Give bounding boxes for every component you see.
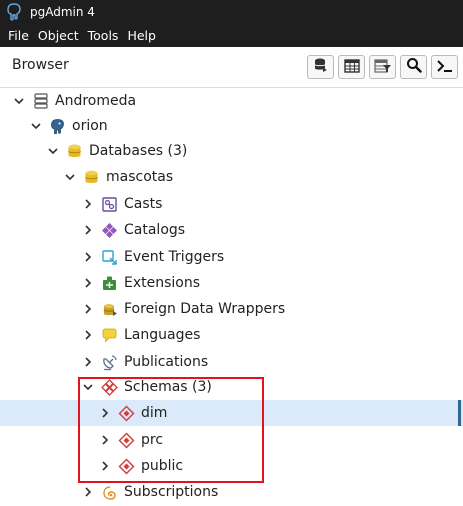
chevron-down-icon[interactable]: [30, 120, 42, 132]
catalog-icon: [101, 222, 118, 239]
chevron-down-icon[interactable]: [82, 381, 94, 393]
filtered-rows-button[interactable]: [369, 55, 396, 79]
tree-node-label: Subscriptions: [124, 484, 219, 500]
panel-title: Browser: [12, 57, 69, 73]
menu-bar: File Object Tools Help: [0, 24, 463, 47]
terminal-icon: [436, 58, 454, 77]
menu-object[interactable]: Object: [34, 28, 83, 43]
chevron-right-icon[interactable]: [82, 224, 94, 236]
language-icon: [101, 327, 118, 344]
tree-node-label: Event Triggers: [124, 249, 225, 265]
schemas-icon: [101, 378, 118, 396]
query-tool-button[interactable]: [307, 55, 334, 79]
fdw-icon: [101, 301, 118, 318]
tree-node-foreign-data-wrappers[interactable]: Foreign Data Wrappers: [0, 296, 463, 322]
tree-node-publications[interactable]: Publications: [0, 349, 463, 375]
tree-node-languages[interactable]: Languages: [0, 322, 463, 348]
chevron-down-icon[interactable]: [47, 145, 59, 157]
database-icon: [313, 57, 329, 77]
browser-tree: Andromeda orion Databases (3) mascotas C…: [0, 88, 463, 506]
search-icon: [406, 57, 422, 77]
chevron-down-icon[interactable]: [13, 95, 25, 107]
tree-node-label: Schemas (3): [124, 379, 212, 395]
tree-node-label: Publications: [124, 354, 209, 370]
tree-node-database[interactable]: mascotas: [0, 164, 463, 190]
menu-file[interactable]: File: [4, 28, 33, 43]
tree-node-label: Andromeda: [55, 93, 137, 109]
title-bar: pgAdmin 4: [0, 0, 463, 24]
extension-icon: [101, 275, 118, 292]
tree-node-casts[interactable]: Casts: [0, 191, 463, 217]
postgres-server-icon: [49, 118, 66, 135]
tree-node-event-triggers[interactable]: Event Triggers: [0, 244, 463, 270]
event-trigger-icon: [101, 249, 118, 266]
cast-icon: [101, 196, 118, 213]
chevron-right-icon[interactable]: [99, 434, 111, 446]
tree-node-schema-public[interactable]: public: [0, 453, 463, 479]
chevron-right-icon[interactable]: [82, 329, 94, 341]
tree-node-label: Extensions: [124, 275, 201, 291]
tree-node-databases[interactable]: Databases (3): [0, 138, 463, 164]
tree-node-server-group[interactable]: Andromeda: [0, 88, 463, 114]
chevron-right-icon[interactable]: [82, 356, 94, 368]
database-icon: [83, 169, 100, 186]
publication-icon: [101, 354, 118, 371]
filter-table-icon: [373, 58, 392, 77]
chevron-right-icon[interactable]: [99, 407, 111, 419]
schema-icon: [118, 458, 135, 475]
psql-tool-button[interactable]: [431, 55, 458, 79]
tree-node-label: orion: [72, 118, 108, 134]
tree-node-label: Databases (3): [89, 143, 188, 159]
server-group-icon: [32, 93, 49, 110]
schema-icon: [118, 405, 135, 422]
tree-node-subscriptions[interactable]: Subscriptions: [0, 479, 463, 505]
menu-help[interactable]: Help: [123, 28, 160, 43]
tree-node-label: Languages: [124, 327, 201, 343]
view-data-button[interactable]: [338, 55, 365, 79]
tree-node-label: Casts: [124, 196, 163, 212]
search-objects-button[interactable]: [400, 55, 427, 79]
tree-node-label: prc: [141, 432, 164, 448]
chevron-right-icon[interactable]: [82, 277, 94, 289]
subscription-icon: [101, 484, 118, 501]
menu-tools[interactable]: Tools: [84, 28, 123, 43]
window-title: pgAdmin 4: [30, 5, 95, 19]
tree-node-catalogs[interactable]: Catalogs: [0, 217, 463, 243]
tree-node-extensions[interactable]: Extensions: [0, 270, 463, 296]
table-icon: [343, 58, 360, 77]
chevron-down-icon[interactable]: [64, 171, 76, 183]
elephant-icon: [6, 3, 22, 21]
tree-node-schemas[interactable]: Schemas (3): [0, 374, 463, 400]
schema-icon: [118, 432, 135, 449]
chevron-right-icon[interactable]: [82, 251, 94, 263]
chevron-right-icon[interactable]: [82, 198, 94, 210]
chevron-right-icon[interactable]: [82, 486, 94, 498]
tree-node-label: public: [141, 458, 184, 474]
chevron-right-icon[interactable]: [82, 303, 94, 315]
tree-node-label: Foreign Data Wrappers: [124, 301, 286, 317]
tree-node-label: Catalogs: [124, 222, 186, 238]
tree-node-label: dim: [141, 405, 168, 421]
chevron-right-icon[interactable]: [99, 460, 111, 472]
tree-node-label: mascotas: [106, 169, 174, 185]
browser-toolbar: [307, 55, 458, 79]
tree-node-schema-prc[interactable]: prc: [0, 427, 463, 453]
tree-node-schema-dim[interactable]: dim: [0, 400, 463, 426]
browser-panel-header: Browser: [0, 47, 463, 88]
databases-icon: [66, 143, 83, 160]
tree-node-server[interactable]: orion: [0, 113, 463, 139]
